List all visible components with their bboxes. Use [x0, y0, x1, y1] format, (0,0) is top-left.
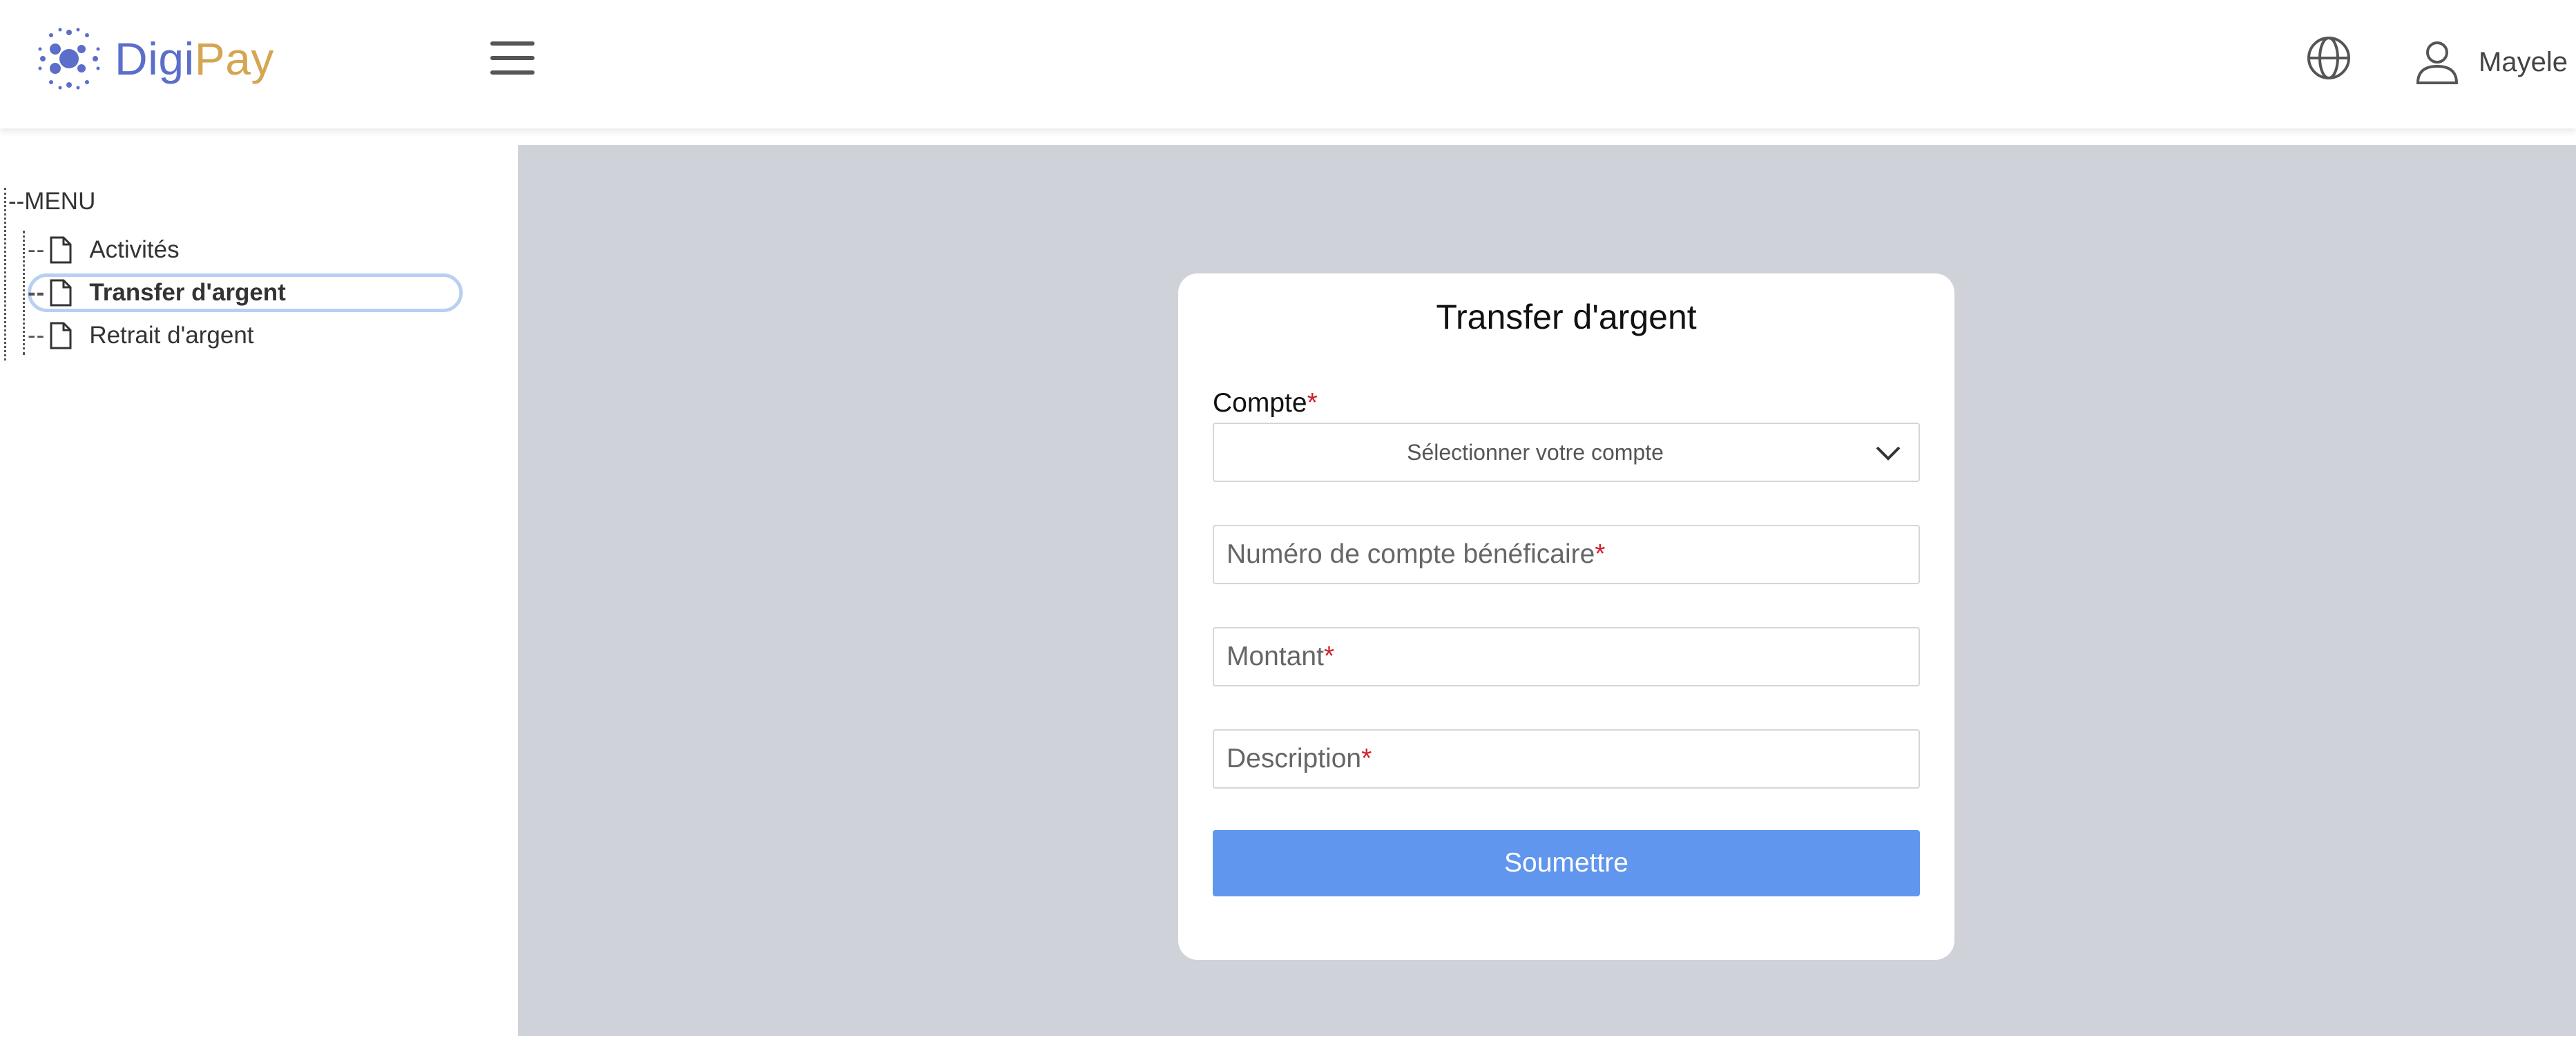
- globe-icon[interactable]: [2305, 35, 2352, 81]
- compte-select[interactable]: Sélectionner votre compte: [1213, 423, 1920, 482]
- hamburger-icon[interactable]: [490, 41, 535, 76]
- compte-select-placeholder: Sélectionner votre compte: [1407, 440, 1664, 465]
- digipay-logo[interactable]: DigiPay: [35, 24, 274, 93]
- tree-line: [23, 231, 25, 355]
- required-mark: *: [1307, 388, 1318, 418]
- sidebar-item-label: Activités: [89, 236, 180, 263]
- amount-input[interactable]: Montant*: [1213, 627, 1920, 686]
- menu-root-label[interactable]: --MENU: [8, 188, 95, 215]
- compte-label: Compte*: [1213, 388, 1318, 418]
- beneficiary-account-input[interactable]: Numéro de compte bénéficaire*: [1213, 525, 1920, 584]
- brand-name-part2: Pay: [194, 33, 274, 84]
- tree-line: [4, 188, 6, 360]
- form-title: Transfer d'argent: [1436, 298, 1697, 336]
- transfer-form-card: Transfer d'argent Compte* Sélectionner v…: [1178, 273, 1954, 960]
- file-icon: [50, 322, 72, 349]
- sidebar-item-label: Transfer d'argent: [89, 279, 286, 306]
- required-mark: *: [1595, 539, 1606, 569]
- input-placeholder: Description*: [1227, 744, 1372, 773]
- sidebar-item-transfer[interactable]: -- Transfer d'argent: [28, 273, 297, 312]
- file-icon: [50, 236, 72, 264]
- sidebar: --MENU -- Activités -- Transfer d'argent…: [0, 142, 501, 1040]
- sidebar-item-activites[interactable]: -- Activités: [28, 231, 191, 269]
- user-icon: [2416, 41, 2459, 84]
- sidebar-item-retrait[interactable]: -- Retrait d'argent: [28, 316, 265, 355]
- input-placeholder: Numéro de compte bénéficaire*: [1227, 539, 1606, 569]
- logo-mark-icon: [38, 28, 100, 90]
- file-icon: [50, 279, 72, 307]
- user-menu[interactable]: Mayele: [2414, 35, 2568, 90]
- submit-button[interactable]: Soumettre: [1213, 830, 1920, 896]
- required-mark: *: [1323, 642, 1335, 671]
- chevron-down-icon: [1876, 446, 1901, 461]
- user-name: Mayele: [2479, 46, 2568, 77]
- brand-name: DigiPay: [115, 32, 274, 85]
- top-header: DigiPay Mayele: [0, 0, 2576, 128]
- sidebar-item-label: Retrait d'argent: [89, 322, 254, 349]
- brand-name-part1: Digi: [115, 33, 195, 84]
- main-content: Transfer d'argent Compte* Sélectionner v…: [518, 145, 2576, 1036]
- description-input[interactable]: Description*: [1213, 729, 1920, 789]
- required-mark: *: [1361, 744, 1372, 773]
- input-placeholder: Montant*: [1227, 642, 1335, 671]
